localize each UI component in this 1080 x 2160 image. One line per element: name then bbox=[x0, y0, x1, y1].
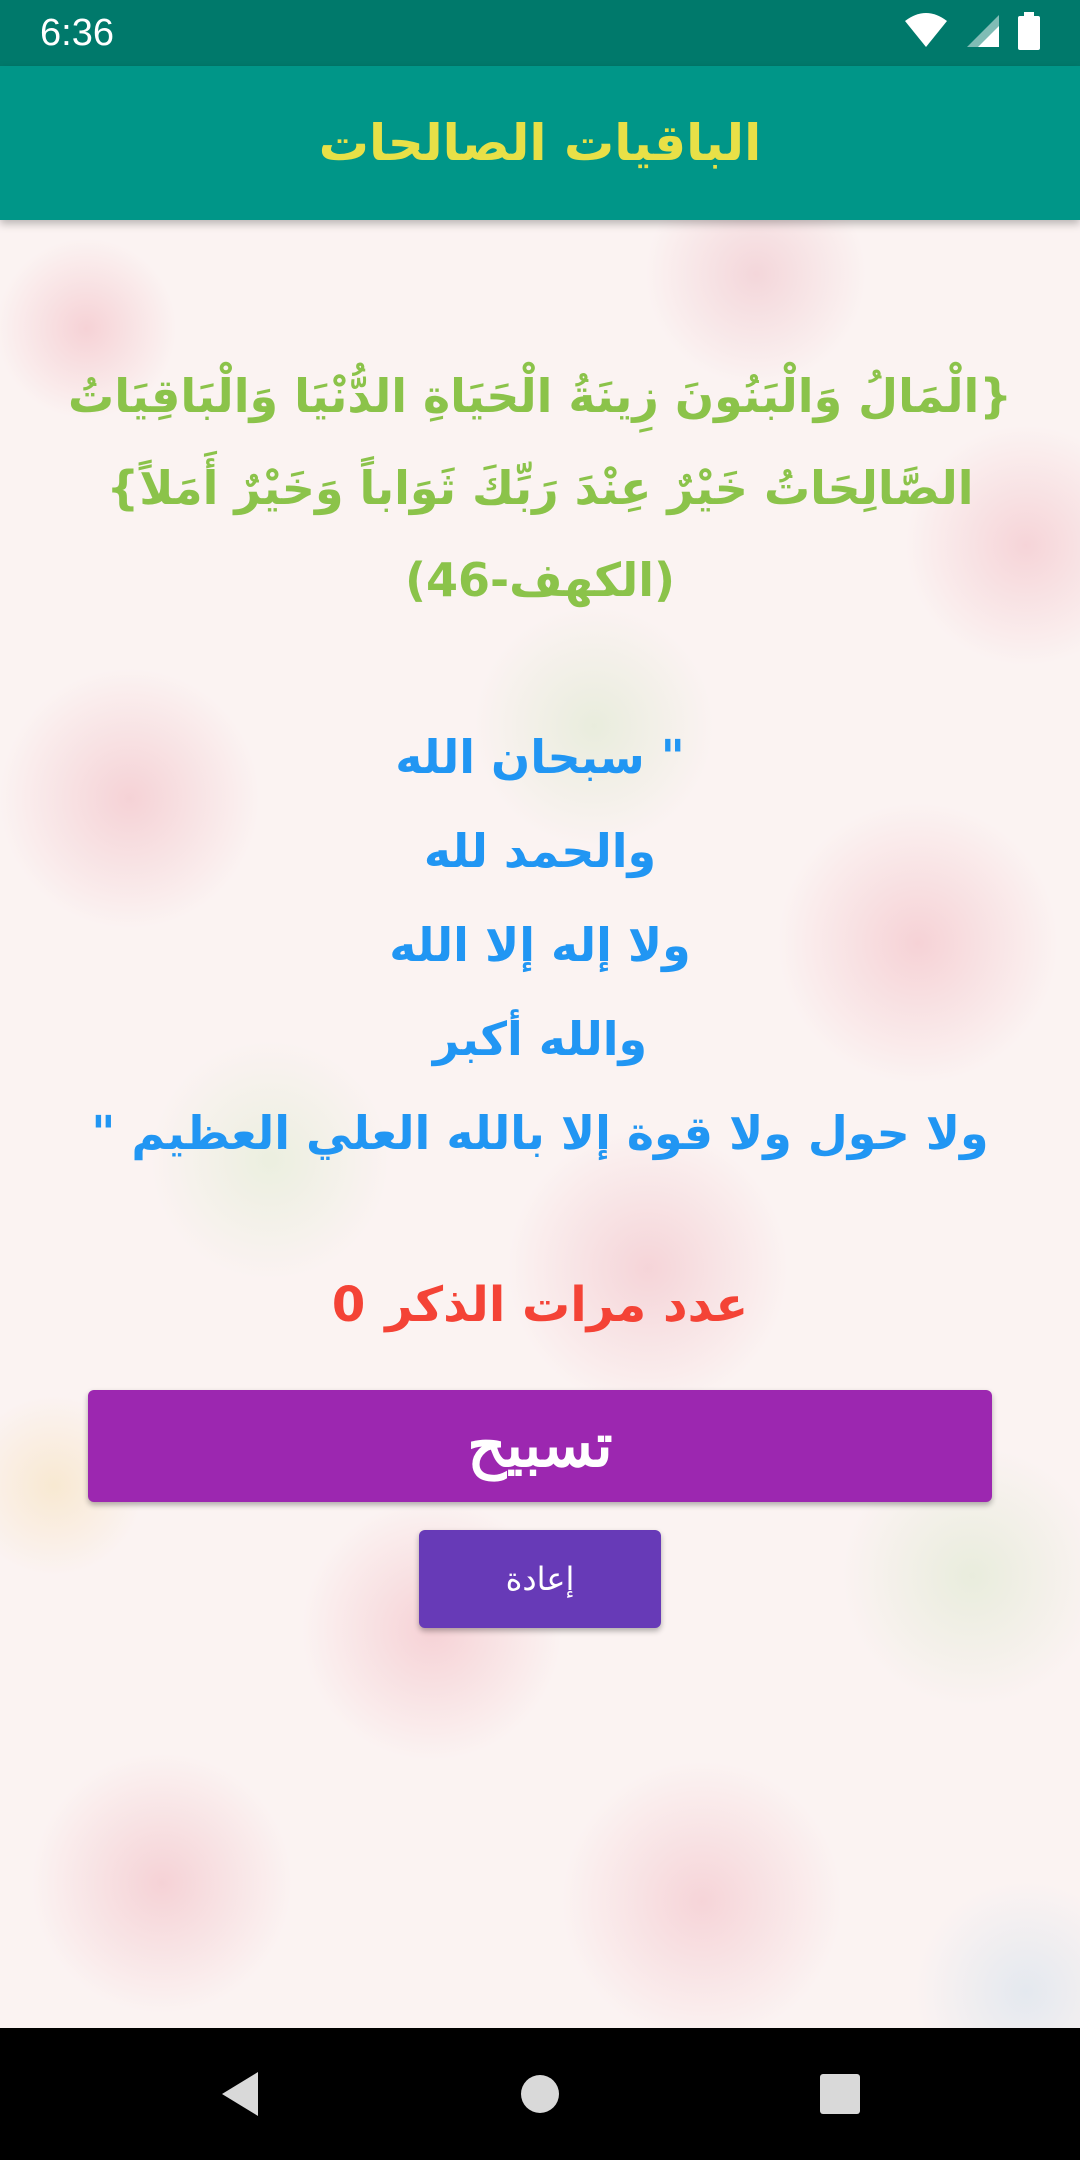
battery-icon bbox=[1018, 12, 1040, 54]
signal-icon bbox=[966, 14, 1000, 52]
status-icons bbox=[904, 12, 1040, 54]
back-icon[interactable] bbox=[200, 2054, 280, 2134]
dhikr-line-4: والله أكبر bbox=[432, 1012, 648, 1066]
dhikr-line-3: ولا إله إلا الله bbox=[389, 918, 691, 972]
recents-icon[interactable] bbox=[800, 2054, 880, 2134]
dhikr-line-5: ولا حول ولا قوة إلا بالله العلي العظيم " bbox=[91, 1106, 989, 1160]
dhikr-text: " سبحان الله والحمد لله ولا إله إلا الله… bbox=[60, 710, 1020, 1180]
verse-line-1: {الْمَالُ وَالْبَنُونَ زِينَةُ الْحَيَاة… bbox=[67, 369, 1012, 423]
navigation-bar bbox=[0, 2028, 1080, 2160]
counter-row: عدد مرات الذكر 0 bbox=[60, 1260, 1020, 1350]
dhikr-line-2: والحمد لله bbox=[423, 824, 657, 878]
app-bar: الباقيات الصالحات bbox=[0, 66, 1080, 220]
app-title: الباقيات الصالحات bbox=[318, 114, 762, 172]
verse-reference: (الكهف-46) bbox=[404, 553, 676, 607]
verse-line-2: الصَّالِحَاتُ خَيْرٌ عِنْدَ رَبِّكَ ثَوَ… bbox=[106, 461, 974, 515]
home-icon[interactable] bbox=[500, 2054, 580, 2134]
quran-verse: {الْمَالُ وَالْبَنُونَ زِينَةُ الْحَيَاة… bbox=[60, 350, 1020, 626]
dhikr-line-1: " سبحان الله bbox=[395, 730, 685, 784]
counter-value: 0 bbox=[331, 1277, 366, 1333]
status-time: 6:36 bbox=[40, 11, 114, 54]
reset-button[interactable]: إعادة bbox=[419, 1530, 661, 1628]
counter-label: عدد مرات الذكر bbox=[385, 1277, 749, 1333]
status-bar: 6:36 bbox=[0, 0, 1080, 66]
content-area: {الْمَالُ وَالْبَنُونَ زِينَةُ الْحَيَاة… bbox=[0, 220, 1080, 2028]
wifi-icon bbox=[904, 13, 948, 53]
tasbih-button[interactable]: تسبيح bbox=[88, 1390, 992, 1502]
